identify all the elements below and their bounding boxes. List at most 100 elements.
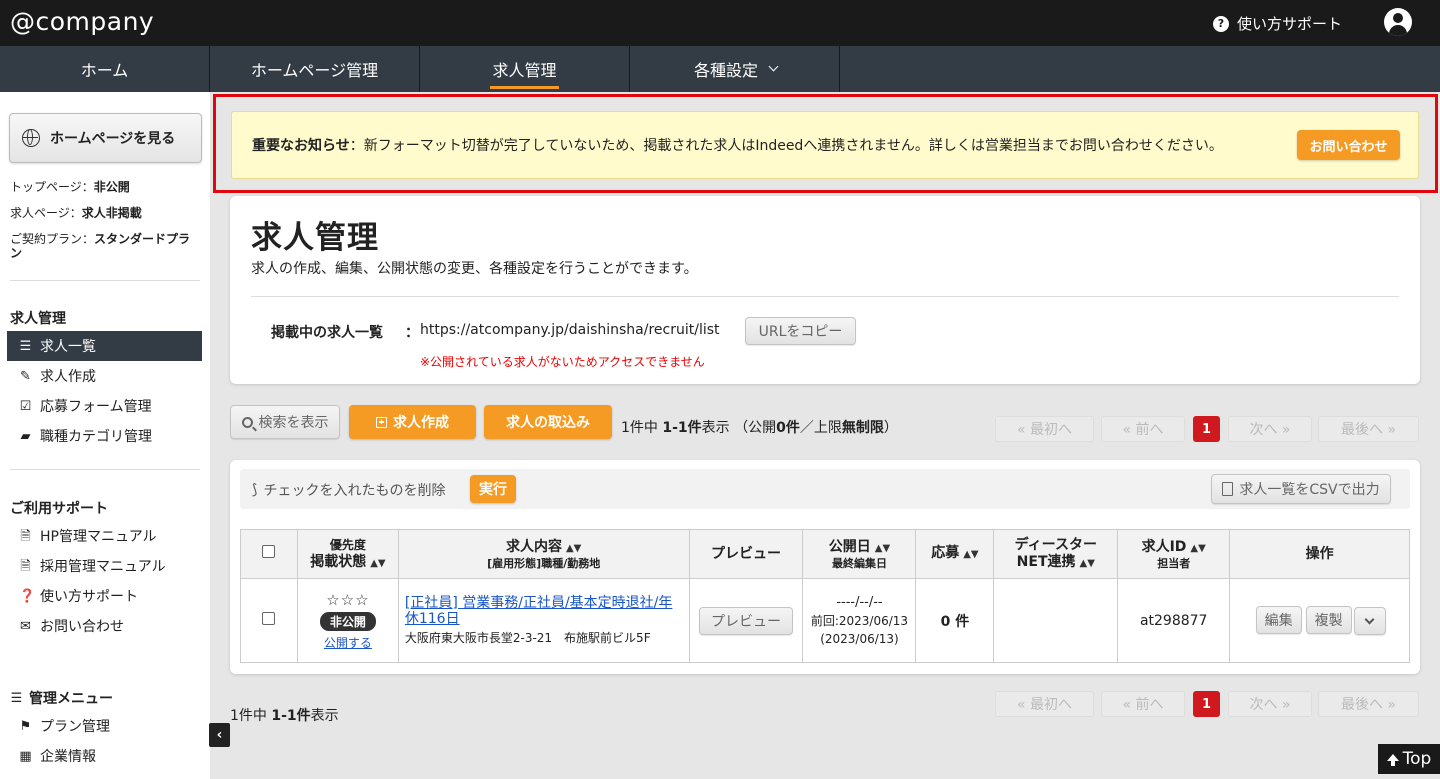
preview-cell: プレビュー: [688, 578, 804, 663]
section-support-title: ご利用サポート: [10, 501, 108, 517]
pagination-last[interactable]: 最後へ »: [1318, 416, 1419, 442]
pagination-first[interactable]: « 最初へ: [995, 416, 1094, 442]
sidebar-item-label: 求人一覧: [40, 339, 96, 355]
url-warning: ※公開されている求人がないためアクセスできません: [420, 355, 705, 369]
pagination-prev[interactable]: « 前へ: [1101, 416, 1185, 442]
pdf-icon: 🗎: [20, 558, 31, 574]
chevron-down-icon: [768, 61, 779, 72]
publish-date-label: 公開日: [828, 538, 871, 555]
count-suffix: 表示 （公開: [701, 420, 777, 436]
tab-settings[interactable]: 各種設定: [630, 46, 840, 92]
csv-export-button[interactable]: 求人一覧をCSVで出力: [1211, 474, 1391, 504]
import-jobs-button[interactable]: 求人の取込み: [484, 405, 612, 439]
pagination-prev[interactable]: « 前へ: [1101, 691, 1185, 717]
help-support-link[interactable]: ? 使い方サポート: [1212, 13, 1342, 34]
duplicate-button[interactable]: 複製: [1305, 605, 1352, 634]
sidebar-item-label: お問い合わせ: [40, 619, 124, 635]
sidebar-item-label: 企業情報: [40, 749, 96, 765]
url-colon: ：: [405, 325, 419, 341]
status-cell: ☆☆☆ 非公開 公開する: [296, 578, 399, 663]
job-list-url-label: 掲載中の求人一覧: [271, 325, 383, 341]
content-header-label: 求人内容: [505, 538, 562, 555]
user-avatar-icon[interactable]: [1384, 8, 1412, 36]
page-subtitle: 求人の作成、編集、公開状態の変更、各種設定を行うことができます。: [251, 261, 698, 277]
pagination-last[interactable]: 最後へ »: [1318, 691, 1419, 717]
priority-header[interactable]: 優先度 掲載状態 ▲▼: [296, 529, 399, 579]
row-checkbox[interactable]: [262, 612, 276, 625]
broom-icon: ⟆: [252, 482, 258, 498]
sidebar-item-job-list[interactable]: ☰ 求人一覧: [7, 331, 202, 361]
pagination-current[interactable]: 1: [1193, 691, 1220, 717]
view-homepage-button[interactable]: ホームページを見る: [9, 113, 202, 163]
tab-home[interactable]: ホーム: [0, 46, 210, 92]
publish-date-header[interactable]: 公開日 ▲▼ 最終編集日: [802, 529, 917, 579]
priority-stars[interactable]: ☆☆☆: [298, 591, 398, 609]
contact-button[interactable]: お問い合わせ: [1297, 130, 1400, 160]
search-button-label: 検索を表示: [258, 415, 329, 431]
sidebar-item-job-create[interactable]: ✎ 求人作成: [7, 361, 202, 391]
more-actions-dropdown[interactable]: [1353, 607, 1386, 636]
collapse-sidebar-button[interactable]: ‹: [209, 723, 230, 747]
bulk-action-bar: ⟆ チェックを入れたものを削除 実行 求人一覧をCSVで出力: [240, 469, 1410, 509]
copy-url-button[interactable]: URLをコピー: [745, 317, 856, 345]
document-icon: [1222, 482, 1234, 496]
publish-link[interactable]: 公開する: [298, 634, 398, 651]
notice-text: ：新フォーマット切替が完了していないため、掲載された求人はIndeedへ連携され…: [349, 138, 1223, 154]
scroll-top-button[interactable]: Top: [1378, 744, 1440, 774]
last-edit-label: 最終編集日: [831, 556, 887, 570]
previous-publish-date: 前回:2023/06/13: [810, 613, 909, 628]
sidebar-item-recruit-manual[interactable]: 🗎 採用管理マニュアル: [7, 551, 202, 581]
question-icon: ❓: [19, 588, 36, 604]
dister-label: ディースター: [1014, 536, 1097, 553]
sidebar-item-label: プラン管理: [40, 719, 110, 735]
sidebar-item-help[interactable]: ❓ 使い方サポート: [7, 581, 202, 611]
checkbox-icon: ☑: [19, 398, 32, 414]
net-label: NET連携: [1016, 553, 1076, 570]
sidebar-item-form-management[interactable]: ☑ 応募フォーム管理: [7, 391, 202, 421]
sidebar-item-label: 使い方サポート: [40, 589, 138, 605]
select-all-checkbox[interactable]: [262, 545, 276, 558]
tab-homepage-label: ホームページ管理: [250, 61, 379, 80]
sidebar-item-company[interactable]: ▦ 企業情報: [7, 741, 202, 771]
tab-job-management[interactable]: 求人管理: [420, 46, 630, 92]
info-value: 非公開: [93, 180, 130, 194]
pagination-next[interactable]: 次へ »: [1228, 416, 1312, 442]
preview-button[interactable]: プレビュー: [699, 606, 793, 635]
sidebar-item-contact[interactable]: ✉ お問い合わせ: [7, 611, 202, 641]
pagination-next[interactable]: 次へ »: [1228, 691, 1312, 717]
sidebar-item-category-management[interactable]: ▰ 職種カテゴリ管理: [7, 421, 202, 451]
run-button[interactable]: 実行: [470, 475, 516, 503]
applications-cell[interactable]: 0 件: [915, 578, 995, 663]
count-prefix: 1件中: [230, 708, 272, 724]
page-header-card: [230, 196, 1420, 384]
sidebar-item-plan[interactable]: ⚑ プラン管理: [7, 711, 202, 741]
section-jobs-title: 求人管理: [10, 311, 66, 327]
job-title-link[interactable]: [正社員] 営業事務/正社員/基本定時退社/年休116日: [405, 595, 683, 627]
info-value: 求人非掲載: [81, 206, 142, 220]
divider: [10, 469, 200, 470]
sidebar-item-hp-manual[interactable]: 🗎 HP管理マニュアル: [7, 521, 202, 551]
edit-button[interactable]: 編集: [1255, 605, 1302, 634]
content-header[interactable]: 求人内容 ▲▼ [雇用形態]職種/勤務地: [397, 529, 690, 579]
count-range: 1-1件: [271, 708, 311, 724]
bulk-label-text: チェックを入れたものを削除: [263, 483, 446, 499]
result-count: 1件中 1-1件表示 （公開0件／上限無制限）: [621, 417, 898, 437]
sidebar-item-label: HP管理マニュアル: [40, 529, 157, 545]
job-id-header[interactable]: 求人ID ▲▼ 担当者: [1117, 529, 1231, 579]
edit-icon: ✎: [20, 368, 31, 384]
company-logo[interactable]: @company: [10, 7, 154, 36]
applications-header[interactable]: 応募 ▲▼: [915, 529, 995, 579]
divider: [10, 280, 200, 281]
pagination-first[interactable]: « 最初へ: [995, 691, 1094, 717]
create-job-button[interactable]: 求人作成: [349, 405, 476, 439]
dister-cell: [993, 578, 1119, 663]
dister-header[interactable]: ディースター NET連携 ▲▼: [993, 529, 1119, 579]
tab-homepage-management[interactable]: ホームページ管理: [210, 46, 420, 92]
pagination-current[interactable]: 1: [1193, 416, 1220, 442]
job-address: 大阪府東大阪市長堂2-3-21 布施駅前ビル5F: [404, 631, 651, 645]
content-header-sub: [雇用形態]職種/勤務地: [487, 556, 601, 570]
create-job-label: 求人作成: [393, 415, 449, 431]
globe-icon: [22, 129, 40, 147]
view-homepage-label: ホームページを見る: [50, 131, 176, 147]
show-search-button[interactable]: 検索を表示: [230, 405, 340, 439]
